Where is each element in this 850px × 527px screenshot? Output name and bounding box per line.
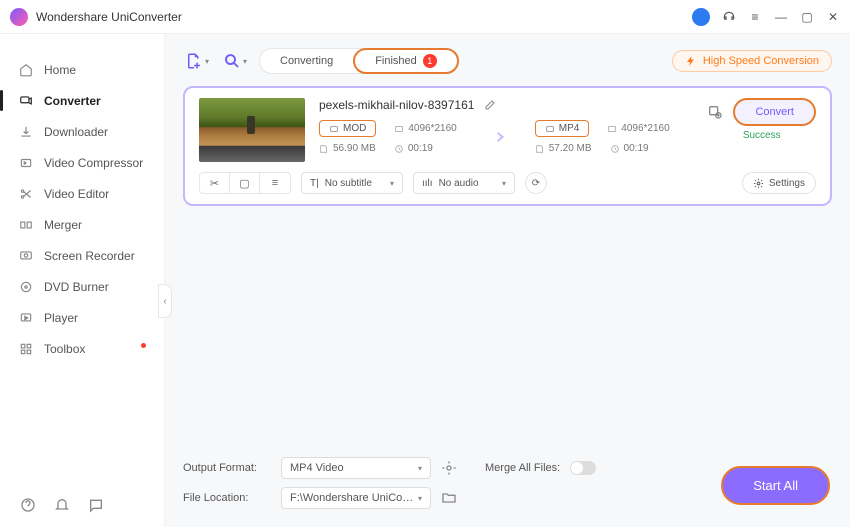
sidebar-item-label: Converter xyxy=(44,94,101,108)
format-settings-icon[interactable] xyxy=(441,460,457,476)
merge-toggle[interactable] xyxy=(570,461,596,475)
rename-icon[interactable] xyxy=(484,99,496,111)
titlebar: Wondershare UniConverter ≡ — ▢ ✕ xyxy=(0,0,850,34)
sidebar-item-recorder[interactable]: Screen Recorder xyxy=(0,240,164,271)
output-format-select[interactable]: MP4 Video▾ xyxy=(281,457,431,479)
target-format-chip[interactable]: MP4 xyxy=(535,120,590,137)
feedback-icon[interactable] xyxy=(88,497,104,513)
item-settings-button[interactable]: Settings xyxy=(742,172,816,194)
bolt-icon xyxy=(685,55,697,67)
crop-icon[interactable]: ▢ xyxy=(230,173,260,193)
sidebar: Home Converter Downloader Video Compress… xyxy=(0,34,165,527)
target-duration: 00:19 xyxy=(610,143,649,154)
merger-icon xyxy=(18,217,34,233)
sidebar-item-label: Merger xyxy=(44,218,82,232)
file-location-label: File Location: xyxy=(183,492,271,504)
sidebar-item-label: Video Compressor xyxy=(44,156,143,170)
grid-icon xyxy=(18,341,34,357)
gear-icon xyxy=(753,178,764,189)
tab-converting[interactable]: Converting xyxy=(260,49,353,73)
maximize-button[interactable]: ▢ xyxy=(800,10,814,24)
sidebar-item-label: Screen Recorder xyxy=(44,249,135,263)
merge-label: Merge All Files: xyxy=(485,462,560,474)
source-resolution: 4096*2160 xyxy=(394,123,456,134)
scissors-icon xyxy=(18,186,34,202)
help-icon[interactable] xyxy=(20,497,36,513)
sidebar-item-toolbox[interactable]: Toolbox xyxy=(0,333,164,364)
target-resolution: 4096*2160 xyxy=(607,123,669,134)
recorder-icon xyxy=(18,248,34,264)
app-logo-icon xyxy=(10,8,28,26)
sidebar-item-label: Video Editor xyxy=(44,187,109,201)
output-format-label: Output Format: xyxy=(183,462,271,474)
convert-button[interactable]: Convert xyxy=(733,98,816,126)
sidebar-item-player[interactable]: Player xyxy=(0,302,164,333)
source-format-chip: MOD xyxy=(319,120,376,137)
sidebar-item-label: DVD Burner xyxy=(44,280,109,294)
arrow-right-icon xyxy=(485,126,507,148)
notification-dot-icon xyxy=(141,343,146,348)
sidebar-collapse-handle[interactable]: ‹ xyxy=(158,284,172,318)
main-panel: ▾ ▾ Converting Finished1 High Speed Conv… xyxy=(165,34,850,527)
sidebar-item-label: Home xyxy=(44,63,76,77)
sidebar-item-dvd[interactable]: DVD Burner xyxy=(0,271,164,302)
sidebar-item-label: Toolbox xyxy=(44,342,85,356)
disc-icon xyxy=(18,279,34,295)
bell-icon[interactable] xyxy=(54,497,70,513)
open-folder-icon[interactable] xyxy=(441,490,457,506)
chevron-down-icon: ▾ xyxy=(205,57,209,66)
close-button[interactable]: ✕ xyxy=(826,10,840,24)
high-speed-toggle[interactable]: High Speed Conversion xyxy=(672,50,832,72)
task-settings-icon[interactable] xyxy=(707,104,723,120)
add-url-button[interactable]: ▾ xyxy=(221,48,249,74)
source-duration: 00:19 xyxy=(394,143,433,154)
conversion-task-card: pexels-mikhail-nilov-8397161 MOD 4096*21… xyxy=(183,86,832,206)
status-tabs: Converting Finished1 xyxy=(259,48,459,74)
sidebar-item-label: Player xyxy=(44,311,78,325)
sidebar-item-downloader[interactable]: Downloader xyxy=(0,116,164,147)
trim-icon[interactable]: ✂ xyxy=(200,173,230,193)
target-info: MP4 4096*2160 57.20 MB 00:19 xyxy=(535,120,670,154)
edit-tool-group: ✂ ▢ ≡ xyxy=(199,172,291,194)
sidebar-item-editor[interactable]: Video Editor xyxy=(0,178,164,209)
headset-icon[interactable] xyxy=(722,10,736,24)
file-location-select[interactable]: F:\Wondershare UniConverter▾ xyxy=(281,487,431,509)
compressor-icon xyxy=(18,155,34,171)
sidebar-item-home[interactable]: Home xyxy=(0,54,164,85)
sidebar-item-merger[interactable]: Merger xyxy=(0,209,164,240)
start-all-button[interactable]: Start All xyxy=(721,466,830,505)
sidebar-item-compressor[interactable]: Video Compressor xyxy=(0,147,164,178)
hamburger-icon[interactable]: ≡ xyxy=(748,10,762,24)
download-icon xyxy=(18,124,34,140)
speed-icon[interactable]: ⟳ xyxy=(525,172,547,194)
chevron-down-icon: ▾ xyxy=(243,57,247,66)
minimize-button[interactable]: — xyxy=(774,10,788,24)
sidebar-item-converter[interactable]: Converter xyxy=(0,85,164,116)
effects-icon[interactable]: ≡ xyxy=(260,173,290,193)
user-avatar-icon[interactable] xyxy=(692,8,710,26)
video-thumbnail[interactable] xyxy=(199,98,305,162)
subtitle-select[interactable]: T|No subtitle▾ xyxy=(301,172,403,194)
play-icon xyxy=(18,310,34,326)
app-title: Wondershare UniConverter xyxy=(36,10,692,24)
source-info: MOD 4096*2160 56.90 MB 00:19 xyxy=(319,120,457,154)
converter-icon xyxy=(18,93,34,109)
tab-finished[interactable]: Finished1 xyxy=(353,48,459,74)
task-status: Success xyxy=(743,130,781,141)
count-badge: 1 xyxy=(423,54,437,68)
source-size: 56.90 MB xyxy=(319,143,376,154)
home-icon xyxy=(18,62,34,78)
sidebar-item-label: Downloader xyxy=(44,125,108,139)
file-title: pexels-mikhail-nilov-8397161 xyxy=(319,98,693,112)
target-size: 57.20 MB xyxy=(535,143,592,154)
audio-select[interactable]: ıılıNo audio▾ xyxy=(413,172,515,194)
add-file-button[interactable]: ▾ xyxy=(183,48,211,74)
